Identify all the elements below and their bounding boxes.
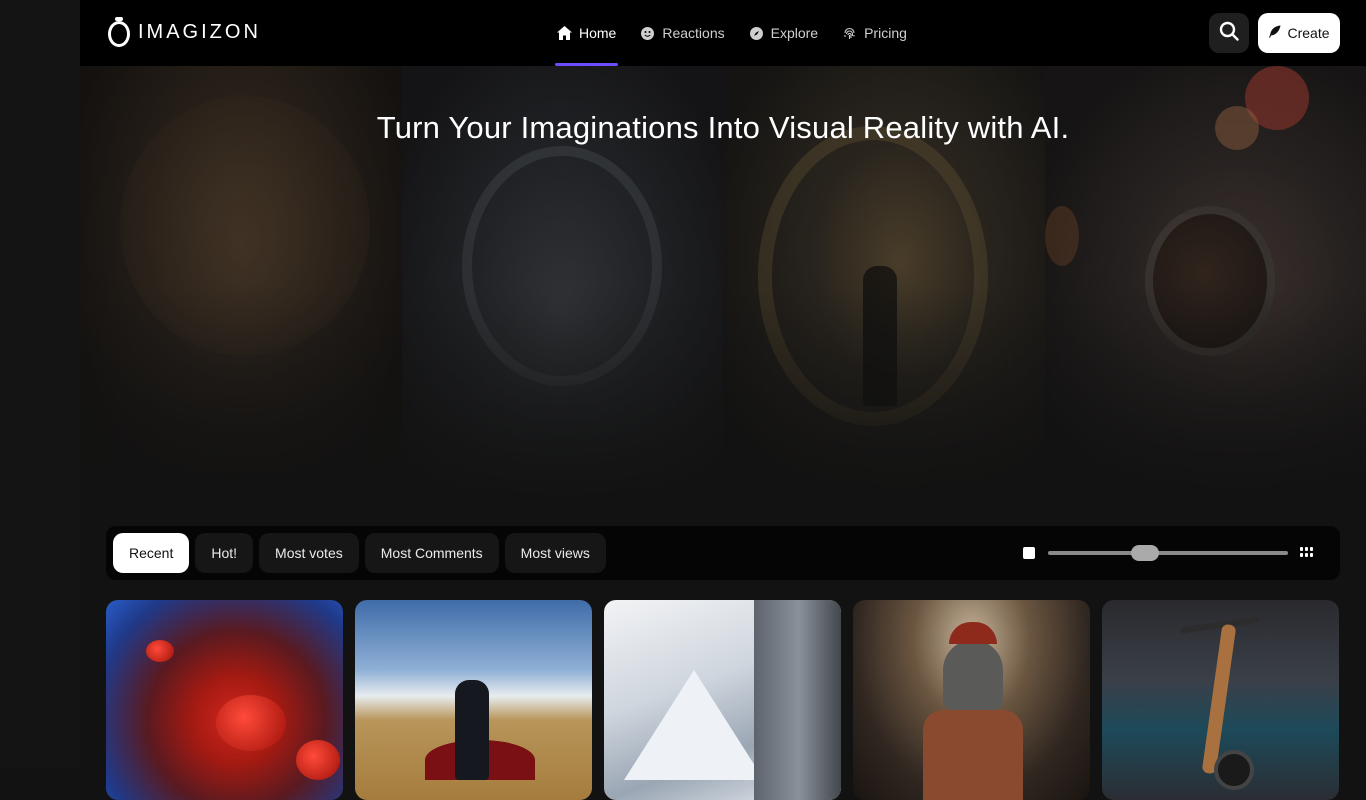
left-gutter (0, 0, 80, 768)
nav-item-explore[interactable]: Explore (749, 0, 818, 66)
nav-item-reactions[interactable]: Reactions (640, 0, 725, 66)
search-icon (1219, 21, 1239, 46)
tab-most-views[interactable]: Most views (504, 533, 606, 573)
sort-tabs: Recent Hot! Most votes Most Comments Mos… (113, 533, 606, 573)
gallery-card[interactable] (1102, 600, 1339, 800)
search-button[interactable] (1209, 13, 1249, 53)
fingerprint-icon (842, 26, 857, 41)
app: IMAGIZON Home Reactions Explore Pricing … (80, 0, 1366, 800)
hero-title: Turn Your Imaginations Into Visual Reali… (376, 110, 1070, 145)
compass-icon (749, 26, 764, 41)
logo[interactable]: IMAGIZON (108, 17, 261, 47)
nav-label: Home (579, 25, 617, 41)
logo-icon (108, 17, 130, 47)
nav-label: Reactions (662, 25, 725, 41)
small-tiles-icon[interactable] (1300, 547, 1313, 558)
nav-item-home[interactable]: Home (554, 0, 619, 66)
gallery-card[interactable] (355, 600, 592, 800)
nav-label: Explore (770, 25, 819, 41)
large-tiles-icon[interactable] (1023, 547, 1035, 559)
slider-thumb[interactable] (1130, 545, 1159, 561)
tab-most-comments[interactable]: Most Comments (364, 533, 499, 573)
create-label: Create (1287, 25, 1330, 41)
hero-banner: Turn Your Imaginations Into Visual Reali… (80, 66, 1366, 506)
tab-hot[interactable]: Hot! (195, 533, 254, 573)
gallery-card[interactable] (604, 600, 841, 800)
nav-label: Pricing (864, 25, 907, 41)
image-gallery (106, 600, 1340, 800)
logo-text: IMAGIZON (138, 20, 261, 43)
filter-bar: Recent Hot! Most votes Most Comments Mos… (106, 526, 1340, 580)
tab-most-votes[interactable]: Most votes (259, 533, 359, 573)
tab-recent[interactable]: Recent (113, 533, 190, 573)
nav-item-pricing[interactable]: Pricing (842, 0, 907, 66)
gallery-card[interactable] (106, 600, 343, 800)
home-icon (557, 26, 572, 41)
top-header: IMAGIZON Home Reactions Explore Pricing … (80, 0, 1366, 66)
create-button[interactable]: Create (1258, 13, 1340, 53)
emoji-icon (640, 26, 655, 41)
grid-size-slider[interactable] (1048, 545, 1288, 561)
feather-icon (1268, 25, 1281, 41)
gallery-card[interactable] (853, 600, 1090, 800)
main-nav: Home Reactions Explore Pricing (554, 0, 907, 66)
